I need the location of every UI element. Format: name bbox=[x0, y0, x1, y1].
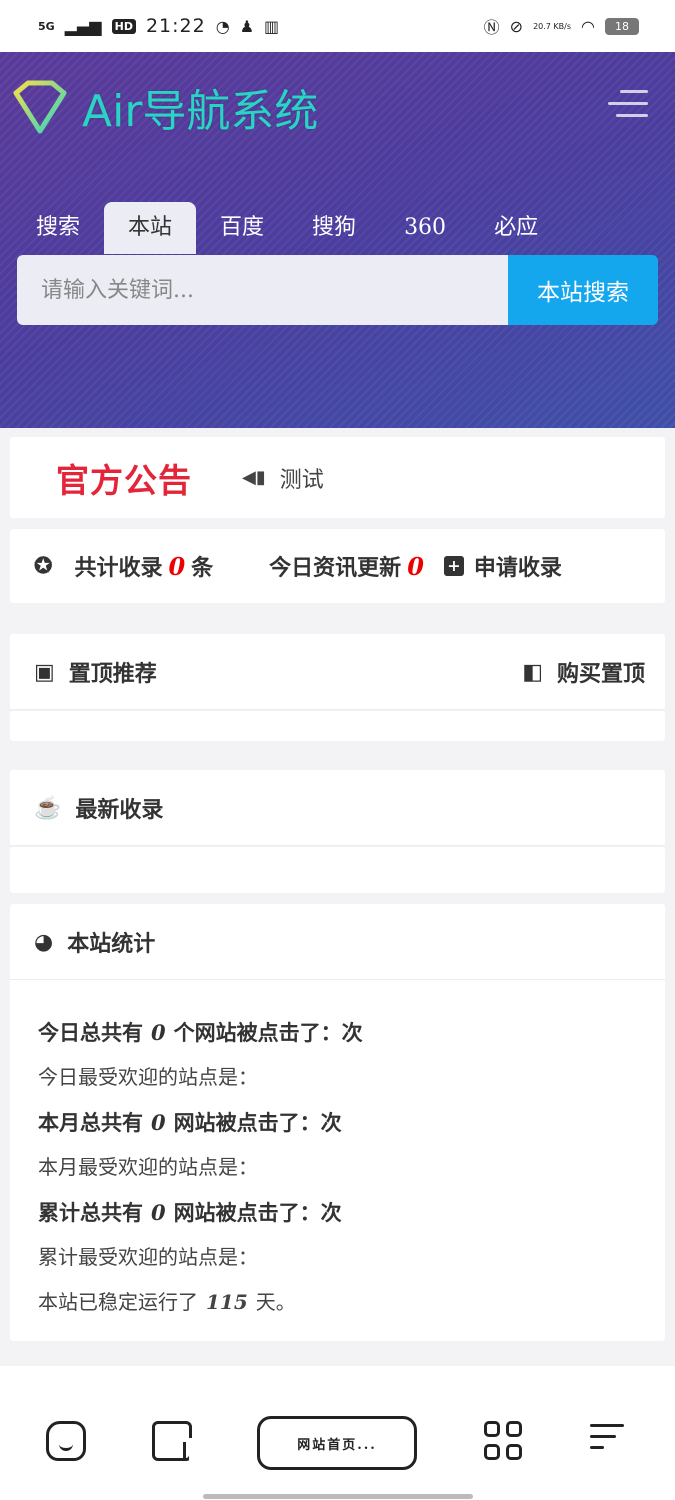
plus-icon[interactable]: + bbox=[443, 556, 464, 576]
app-notification-icon: ◔ bbox=[215, 16, 230, 36]
stat-line-today-clicks: 今日总共有 0 个网站被点击了：次 bbox=[38, 1020, 363, 1045]
network-speed: 20.7 KB/s bbox=[533, 21, 572, 31]
latest-card: ☕ 最新收录 bbox=[10, 770, 665, 846]
total-unit: 条 bbox=[191, 555, 214, 581]
tab-sogou[interactable]: 搜狗 bbox=[288, 202, 380, 254]
stats-card: ✪ 共计收录 0 条 今日资讯更新 0 + 申请收录 bbox=[10, 529, 665, 603]
buy-top-link[interactable]: 购买置顶 bbox=[557, 656, 645, 688]
battery-icon: 18 bbox=[605, 17, 639, 35]
latest-body bbox=[10, 847, 665, 893]
home-icon[interactable] bbox=[46, 1421, 86, 1461]
stats-icon: ✪ bbox=[34, 553, 53, 579]
site-stats-title: 本站统计 bbox=[67, 930, 156, 957]
search-input[interactable] bbox=[17, 255, 508, 325]
stat-line-uptime: 本站已稳定运行了 115 天。 bbox=[38, 1290, 296, 1314]
site-stats-card: ◕ 本站统计 今日总共有 0 个网站被点击了：次 今日最受欢迎的站点是： 本月总共有… bbox=[10, 904, 665, 1341]
network-indicator: 5G bbox=[38, 19, 55, 33]
search-box: 本站搜索 bbox=[17, 255, 658, 325]
today-update-count: 0 bbox=[407, 551, 424, 581]
coffee-cup-icon: ☕ bbox=[34, 794, 62, 821]
megaphone-icon: ◀▮ bbox=[242, 467, 266, 488]
stat-line-today-popular: 今日最受欢迎的站点是： bbox=[38, 1065, 258, 1089]
status-left: 5G ▂▄▆ HD 21:22 ◔ ♟ ▥ bbox=[38, 15, 279, 37]
apps-grid-icon[interactable] bbox=[484, 1421, 524, 1461]
mute-icon: ⊘ bbox=[509, 16, 524, 36]
briefcase-plus-icon: ▣ bbox=[34, 658, 55, 685]
apply-link[interactable]: 申请收录 bbox=[474, 550, 562, 582]
total-label: 共计收录 bbox=[74, 555, 163, 581]
tab-360[interactable]: 360 bbox=[380, 202, 470, 254]
wifi-icon: ◠ bbox=[581, 16, 595, 36]
qq-icon: ♟ bbox=[239, 16, 255, 36]
status-time: 21:22 bbox=[145, 15, 206, 37]
today-update-label: 今日资讯更新 bbox=[269, 555, 402, 581]
shopping-bag-icon[interactable]: ◧ bbox=[522, 659, 543, 685]
notice-text[interactable]: 测试 bbox=[280, 462, 324, 494]
tab-baidu[interactable]: 百度 bbox=[196, 202, 288, 254]
notice-logo: 官方公告 bbox=[56, 460, 192, 500]
header: Air导航系统 搜索 本站 百度 搜狗 360 必应 本站搜索 bbox=[0, 52, 675, 428]
hd-badge: HD bbox=[111, 18, 136, 34]
tab-bing[interactable]: 必应 bbox=[470, 202, 562, 254]
total-count: 0 bbox=[168, 551, 186, 581]
stat-line-month-clicks: 本月总共有 0 网站被点击了：次 bbox=[38, 1110, 342, 1135]
search-engine-tabs: 搜索 本站 百度 搜狗 360 必应 bbox=[12, 202, 562, 254]
stat-line-total-clicks: 累计总共有 0 网站被点击了：次 bbox=[38, 1200, 342, 1225]
tab-site[interactable]: 本站 bbox=[104, 202, 197, 254]
top-recommend-title: 置顶推荐 bbox=[68, 660, 157, 687]
top-recommend-header: ▣ 置顶推荐 ◧ 购买置顶 bbox=[10, 634, 665, 710]
stat-line-total-popular: 累计最受欢迎的站点是： bbox=[38, 1245, 258, 1269]
top-recommend-body bbox=[10, 711, 665, 741]
latest-title: 最新收录 bbox=[75, 796, 164, 823]
address-bar-button[interactable]: 网站首页... bbox=[257, 1416, 417, 1470]
stat-line-month-popular: 本月最受欢迎的站点是： bbox=[38, 1155, 258, 1179]
site-stats-header: ◕ 本站统计 bbox=[10, 904, 665, 980]
tab-search[interactable]: 搜索 bbox=[12, 202, 104, 254]
hamburger-menu-icon[interactable] bbox=[608, 90, 648, 120]
site-stats-lines: 今日总共有 0 个网站被点击了：次 今日最受欢迎的站点是： 本月总共有 0 网站被点击了… bbox=[10, 980, 665, 1325]
browser-menu-icon[interactable] bbox=[590, 1424, 630, 1464]
status-right: Ⓝ ⊘ 20.7 KB/s ◠ 18 bbox=[484, 14, 639, 38]
pie-chart-icon: ◕ bbox=[34, 928, 54, 955]
logo-diamond-icon bbox=[13, 80, 67, 134]
book-icon: ▥ bbox=[264, 16, 280, 36]
site-search-button[interactable]: 本站搜索 bbox=[508, 255, 658, 325]
logo-text: Air导航系统 bbox=[82, 86, 319, 137]
status-bar: 5G ▂▄▆ HD 21:22 ◔ ♟ ▥ Ⓝ ⊘ 20.7 KB/s ◠ 18 bbox=[0, 0, 675, 52]
notice-card: 官方公告 ◀▮ 测试 bbox=[10, 437, 665, 518]
browser-bottom-bar: 网站首页... bbox=[0, 1366, 675, 1500]
site-logo[interactable]: Air导航系统 bbox=[10, 72, 318, 142]
latest-header: ☕ 最新收录 bbox=[10, 770, 665, 846]
home-indicator[interactable] bbox=[203, 1494, 473, 1499]
signal-icon: ▂▄▆ bbox=[64, 16, 102, 36]
top-recommend-card: ▣ 置顶推荐 ◧ 购买置顶 bbox=[10, 634, 665, 710]
tabs-icon[interactable] bbox=[152, 1421, 195, 1461]
nfc-icon: Ⓝ bbox=[483, 18, 500, 37]
